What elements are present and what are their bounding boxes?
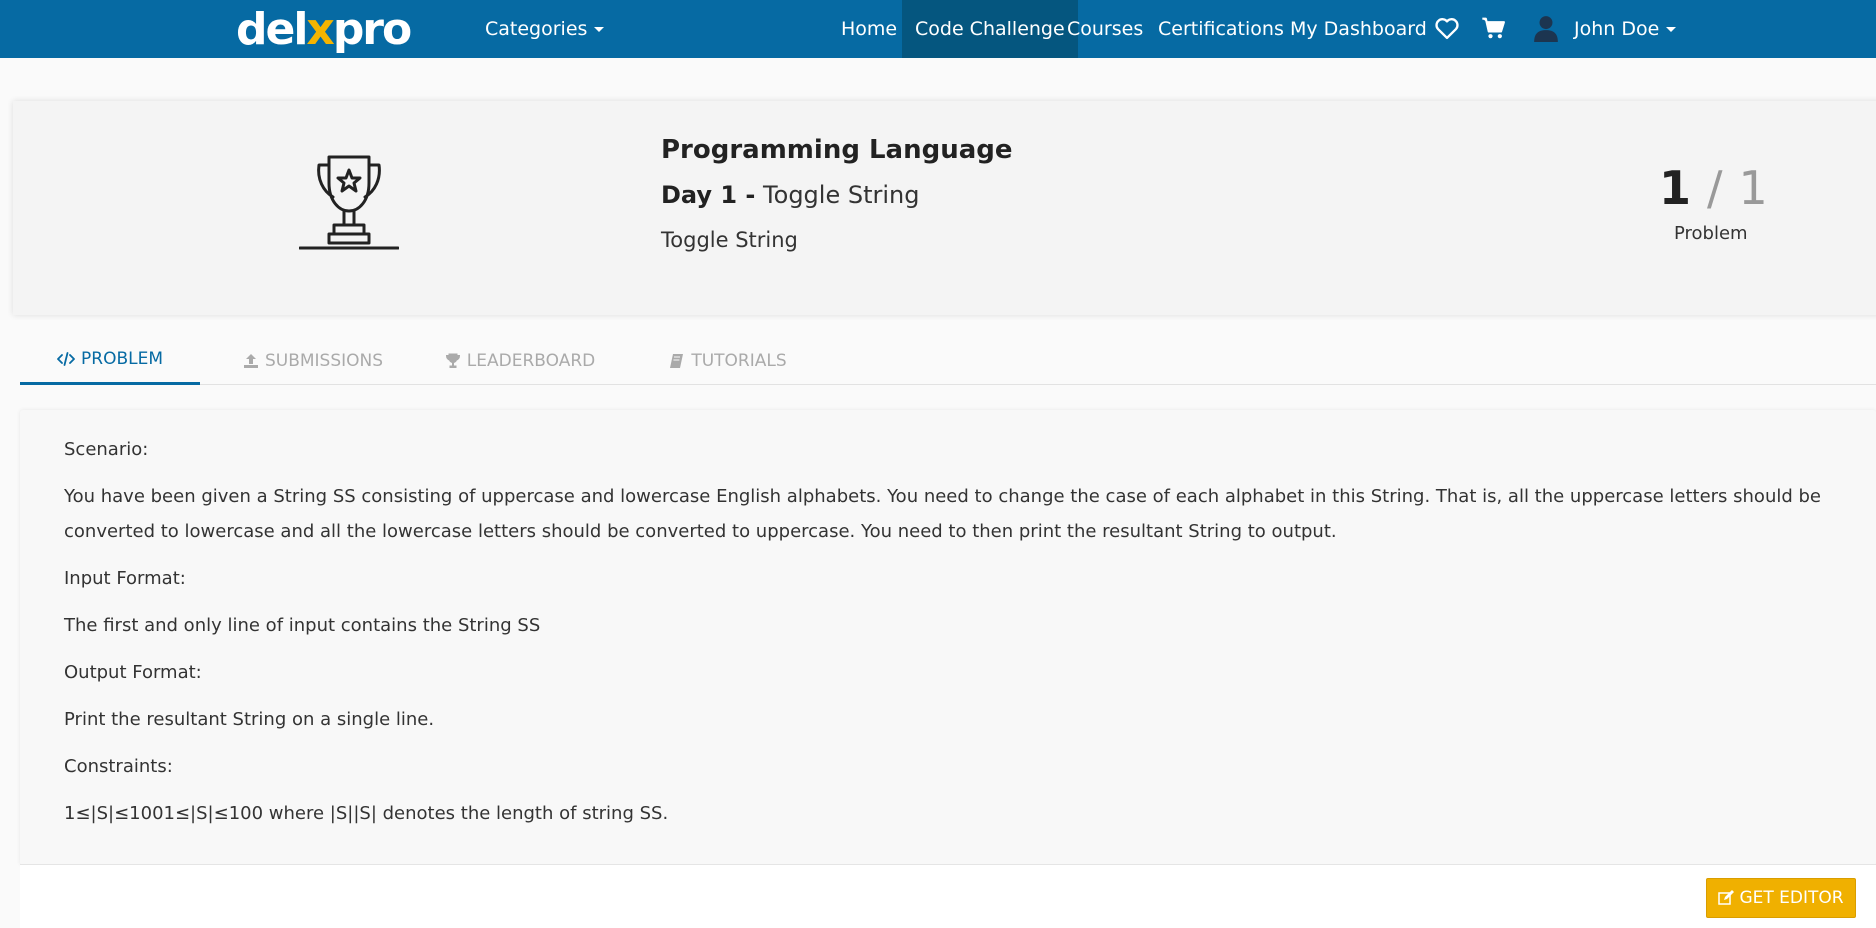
top-navbar: del x pro Categories Home Code Challenge C…	[0, 0, 1876, 58]
problem-counter-label: Problem	[1674, 223, 1748, 244]
day-problem-name: Toggle String	[763, 181, 920, 209]
user-menu[interactable]: John Doe	[1574, 0, 1677, 58]
editor-footer-bar	[20, 864, 1876, 928]
nav-home-label: Home	[841, 18, 898, 40]
tab-problem-label: PROBLEM	[81, 349, 163, 369]
input-format-heading: Input Format:	[64, 568, 186, 589]
cart-icon[interactable]	[1480, 14, 1508, 42]
edit-icon	[1718, 890, 1735, 906]
heart-icon[interactable]	[1433, 14, 1461, 42]
trophy-icon	[445, 353, 461, 369]
nav-my-dashboard-label: My Dashboard	[1290, 18, 1427, 40]
upload-icon	[243, 353, 259, 369]
categories-dropdown[interactable]: Categories	[485, 0, 605, 58]
nav-my-dashboard[interactable]: My Dashboard	[1290, 0, 1427, 58]
nav-courses-label: Courses	[1067, 18, 1144, 40]
logo-text-x: x	[306, 3, 334, 55]
problem-total: 1	[1738, 161, 1768, 215]
chevron-down-icon	[594, 26, 605, 32]
course-title: Programming Language	[661, 135, 1013, 165]
logo[interactable]: del x pro	[236, 2, 412, 56]
problem-counter: 1 / 1	[1659, 161, 1768, 215]
nav-home[interactable]: Home	[841, 0, 897, 58]
book-icon	[669, 353, 685, 369]
nav-courses[interactable]: Courses	[1067, 0, 1143, 58]
categories-label: Categories	[485, 18, 588, 40]
get-editor-label: GET EDITOR	[1739, 888, 1844, 908]
problem-tabs: PROBLEM SUBMISSIONS LEADERBOARD TUTORIAL…	[20, 336, 1876, 385]
output-format-heading: Output Format:	[64, 662, 202, 683]
tab-tutorials[interactable]: TUTORIALS	[658, 336, 798, 385]
trophy-icon	[299, 155, 399, 250]
tab-leaderboard-label: LEADERBOARD	[466, 350, 596, 371]
tab-submissions[interactable]: SUBMISSIONS	[238, 336, 388, 385]
tab-leaderboard[interactable]: LEADERBOARD	[445, 336, 595, 385]
user-avatar-icon[interactable]	[1533, 14, 1559, 42]
chevron-down-icon	[1666, 26, 1677, 32]
constraints-heading: Constraints:	[64, 756, 173, 777]
user-name: John Doe	[1574, 18, 1660, 40]
scenario-heading: Scenario:	[64, 439, 149, 460]
constraints-text: 1≤|S|≤1001≤|S|≤100 where |S||S| denotes …	[64, 803, 669, 824]
day-label: Day 1 -	[661, 181, 756, 209]
nav-certifications-label: Certifications	[1158, 18, 1284, 40]
problem-counter-separator: /	[1707, 161, 1723, 215]
tab-tutorials-label: TUTORIALS	[691, 350, 787, 371]
get-editor-button[interactable]: GET EDITOR	[1706, 878, 1856, 918]
input-format-text: The first and only line of input contain…	[64, 615, 541, 636]
problem-statement-panel: Scenario: You have been given a String S…	[20, 410, 1876, 865]
code-icon	[57, 352, 75, 366]
problem-subtitle: Toggle String	[661, 228, 798, 252]
problem-statement: Scenario: You have been given a String S…	[64, 432, 1854, 843]
nav-code-challenge-label: Code Challenge	[915, 18, 1065, 40]
output-format-text: Print the resultant String on a single l…	[64, 709, 435, 730]
logo-text-pro: pro	[332, 3, 412, 55]
logo-text-del: del	[236, 3, 308, 55]
challenge-header-card: Programming Language Day 1 - Toggle Stri…	[13, 101, 1876, 315]
problem-current: 1	[1659, 161, 1692, 215]
tab-problem[interactable]: PROBLEM	[20, 336, 200, 385]
nav-code-challenge[interactable]: Code Challenge	[902, 0, 1078, 58]
day-line: Day 1 - Toggle String	[661, 181, 919, 209]
tab-submissions-label: SUBMISSIONS	[264, 350, 384, 371]
nav-certifications[interactable]: Certifications	[1158, 0, 1284, 58]
scenario-text: You have been given a String SS consisti…	[64, 486, 1821, 542]
